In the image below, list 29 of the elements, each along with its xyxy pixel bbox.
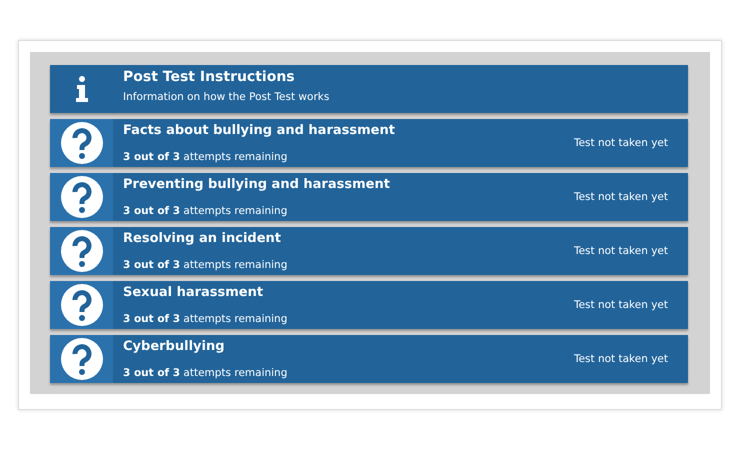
- help-icon: [60, 122, 102, 164]
- attempts-remaining: 3 out of 3 attempts remaining: [123, 367, 288, 379]
- attempts-remaining: 3 out of 3 attempts remaining: [123, 259, 288, 271]
- test-title: Cyberbullying: [123, 339, 226, 354]
- test-row[interactable]: Preventing bullying and harassment 3 out of 3 attempts remaining Test not taken yet: [50, 173, 688, 221]
- help-icon: [60, 284, 102, 326]
- test-row[interactable]: Cyberbullying 3 out of 3 attempts remaining Test not taken yet: [50, 335, 688, 383]
- help-icon: [60, 338, 102, 380]
- info-icon: [76, 76, 88, 102]
- attempts-remaining: 3 out of 3 attempts remaining: [123, 205, 288, 217]
- test-row[interactable]: Sexual harassment 3 out of 3 attempts remaining Test not taken yet: [50, 281, 688, 329]
- test-row[interactable]: Resolving an incident 3 out of 3 attempts remaining Test not taken yet: [50, 227, 688, 275]
- test-title: Post Test Instructions: [123, 69, 296, 85]
- test-title: Sexual harassment: [123, 285, 264, 300]
- test-row[interactable]: Facts about bullying and harassment 3 out of 3 attempts remaining Test not taken yet: [50, 119, 688, 167]
- test-title: Preventing bullying and harassment: [123, 177, 391, 192]
- description: Information on how the Post Test works: [123, 91, 330, 103]
- attempts-remaining: 3 out of 3 attempts remaining: [123, 151, 288, 163]
- test-status: Test not taken yet: [574, 299, 669, 311]
- test-status: Test not taken yet: [574, 191, 669, 203]
- test-title: Resolving an incident: [123, 231, 282, 246]
- test-title: Facts about bullying and harassment: [123, 123, 396, 138]
- help-icon: [60, 230, 102, 272]
- test-status: Test not taken yet: [574, 245, 669, 257]
- attempts-remaining: 3 out of 3 attempts remaining: [123, 313, 288, 325]
- test-row[interactable]: Post Test Instructions Information on how the Post Test works: [50, 65, 688, 113]
- test-status: Test not taken yet: [574, 353, 669, 365]
- test-status: Test not taken yet: [574, 137, 669, 149]
- help-icon: [60, 176, 102, 218]
